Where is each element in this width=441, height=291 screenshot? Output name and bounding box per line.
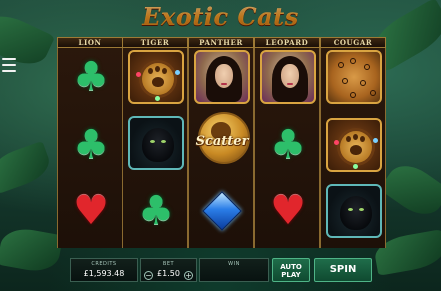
- win-label: WIN: [228, 261, 240, 267]
- reel-cell: [260, 50, 316, 104]
- reel-cell: ♥: [63, 184, 119, 238]
- reel-cell: ♥: [260, 184, 316, 238]
- paw-icon: [142, 63, 174, 95]
- reel-cougar: [320, 38, 386, 248]
- jungle-leaf: [0, 140, 55, 195]
- autoplay-label-line2: PLAY: [281, 271, 301, 279]
- jungle-leaf: [0, 225, 64, 275]
- panther-eye: [359, 208, 364, 211]
- heart-symbol-icon: ♥: [270, 188, 306, 234]
- menu-line: [2, 64, 16, 66]
- credits-value: £1,593.48: [83, 269, 125, 278]
- paw-gem-symbol: [326, 118, 382, 172]
- scatter-symbol: Scatter: [192, 112, 250, 170]
- game-title: Exotic Cats: [0, 2, 441, 32]
- bet-display: BET − £1.50 +: [140, 258, 197, 282]
- woman-lips: [287, 83, 293, 85]
- reel-header-leopard: LEOPARD: [254, 37, 320, 48]
- bet-increase-button[interactable]: +: [184, 271, 193, 280]
- reel-cell: [326, 50, 382, 104]
- black-panther-symbol: [326, 184, 382, 238]
- jaguar-spot: [370, 90, 376, 96]
- reel-cell: [194, 50, 250, 104]
- hamburger-menu-icon[interactable]: [2, 56, 16, 74]
- gem-icon: [155, 96, 160, 101]
- reel-tiger: ♣: [122, 38, 188, 248]
- menu-line: [2, 70, 16, 72]
- paw-gem-symbol: [128, 50, 184, 104]
- gem-icon: [373, 138, 378, 143]
- gem-icon: [334, 140, 339, 145]
- credits-label: CREDITS: [91, 261, 117, 267]
- panther-head-icon: [142, 128, 174, 162]
- reel-leopard: ♣ ♥: [254, 38, 320, 248]
- club-symbol-icon: ♣: [270, 122, 306, 168]
- reel-cell: [194, 184, 250, 238]
- reel-panther: Scatter: [188, 38, 254, 248]
- panther-head-icon: [340, 196, 372, 230]
- heart-symbol-icon: ♥: [73, 188, 109, 234]
- gem-icon: [353, 164, 358, 169]
- jaguar-symbol: [326, 50, 382, 104]
- reel-lion: ♣ ♣ ♥: [57, 38, 123, 248]
- club-symbol-icon: ♣: [73, 54, 109, 100]
- reel-header-panther: PANTHER: [188, 37, 254, 48]
- win-display: WIN: [199, 258, 269, 282]
- reel-header-tiger: TIGER: [122, 37, 188, 48]
- reel-cell: Scatter: [192, 112, 250, 170]
- menu-line: [2, 58, 16, 60]
- autoplay-button[interactable]: AUTO PLAY: [272, 258, 310, 282]
- jaguar-spot: [360, 80, 366, 86]
- reel-cell: [128, 50, 184, 104]
- panther-eye: [348, 208, 353, 211]
- reel-header-lion: LION: [57, 37, 123, 48]
- woman-lips: [221, 83, 227, 85]
- gem-icon: [175, 70, 180, 75]
- gem-icon: [136, 72, 141, 77]
- jaguar-spot: [350, 92, 356, 98]
- jaguar-spot: [350, 58, 356, 64]
- panther-eye: [161, 140, 166, 143]
- reel-cell: ♣: [63, 118, 119, 172]
- reel-cell: ♣: [260, 118, 316, 172]
- jaguar-spot: [338, 62, 344, 68]
- reel-cell: ♣: [63, 50, 119, 104]
- spin-button[interactable]: SPIN: [314, 258, 372, 282]
- black-panther-symbol: [128, 116, 184, 170]
- panther-eye: [150, 140, 155, 143]
- woman-portrait-symbol: [194, 50, 250, 104]
- credits-display: CREDITS £1,593.48: [70, 258, 138, 282]
- bet-label: BET: [162, 261, 175, 267]
- paw-icon: [340, 131, 372, 163]
- scatter-label: Scatter: [195, 134, 249, 149]
- reel-header-cougar: COUGAR: [320, 37, 386, 48]
- reel-cell: [326, 118, 382, 172]
- club-symbol-icon: ♣: [138, 188, 174, 234]
- jaguar-spot: [364, 64, 370, 70]
- reel-cell: [326, 184, 382, 238]
- club-symbol-icon: ♣: [73, 122, 109, 168]
- reel-cell: [128, 116, 184, 170]
- jungle-leaf: [378, 156, 441, 224]
- game-screen: Exotic Cats Exotic Cats ♣ ♣ ♥ LION: [0, 0, 441, 291]
- diamond-symbol-icon: [202, 191, 242, 231]
- autoplay-label-line1: AUTO: [280, 263, 302, 271]
- woman-portrait-symbol: [260, 50, 316, 104]
- jaguar-spot: [342, 78, 348, 84]
- reel-cell: ♣: [128, 184, 184, 238]
